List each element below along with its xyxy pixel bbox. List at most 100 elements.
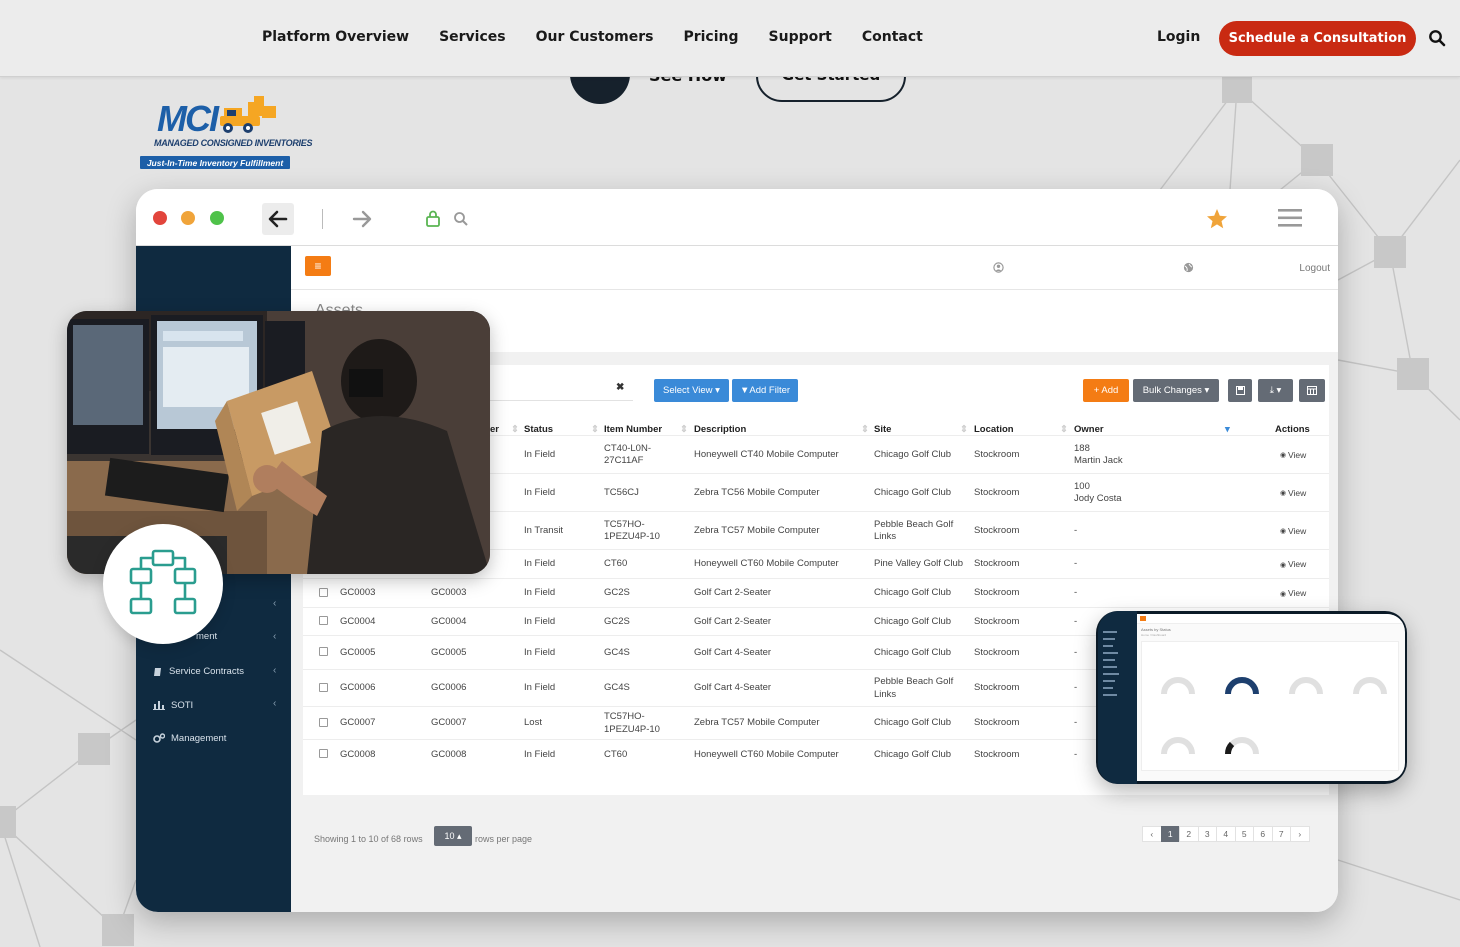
nav-contact[interactable]: Contact [862, 29, 923, 45]
view-link[interactable]: View [1288, 449, 1306, 462]
view-link[interactable]: View [1288, 558, 1306, 571]
cell-location: Stockroom [974, 448, 1020, 460]
tablet-menu-button[interactable] [1140, 616, 1146, 621]
view-link[interactable]: View [1288, 525, 1306, 538]
clear-search-icon[interactable]: ✖ [616, 382, 624, 393]
cell-description: Honeywell CT60 Mobile Computer [694, 748, 839, 760]
rows-per-page-label: rows per page [475, 834, 533, 844]
cell-status: In Field [524, 558, 556, 570]
columns-button[interactable] [1299, 379, 1325, 402]
add-button[interactable]: + Add [1083, 379, 1129, 402]
cell-item-number: GC2S [604, 587, 630, 599]
cell-owner: - [1074, 615, 1078, 627]
cell-owner: - [1074, 748, 1078, 760]
workflow-badge [103, 524, 223, 644]
user-icon[interactable] [993, 262, 1004, 273]
row-checkbox[interactable] [319, 587, 328, 597]
page-link[interactable]: 3 [1197, 826, 1217, 842]
page-link[interactable]: 2 [1179, 826, 1199, 842]
sidebar-label-management: Management [171, 733, 227, 744]
cell-location: Stockroom [974, 748, 1020, 760]
cell-item-number: GC2S [604, 615, 630, 627]
minimize-dot-icon [181, 211, 195, 225]
row-checkbox[interactable] [319, 717, 328, 727]
page-link[interactable]: 1 [1160, 826, 1180, 842]
cell-item-number: GC4S [604, 682, 630, 694]
col-header-item-number[interactable]: Item Number [604, 424, 662, 435]
sort-icon[interactable]: ⇕ [511, 424, 519, 435]
cell-site: Pebble Beach Golf [874, 518, 954, 530]
cell-description: Zebra TC57 Mobile Computer [694, 717, 820, 729]
schedule-consultation-button[interactable]: Schedule a Consultation [1219, 21, 1416, 56]
sidebar-toggle-button[interactable]: ≡ [305, 256, 331, 276]
tablet-topbar [1137, 614, 1405, 624]
nav-pricing[interactable]: Pricing [683, 29, 738, 45]
mci-logo[interactable]: MCI MANAGED CONSIGNED INVENTORIES Just-I… [140, 96, 312, 170]
page-link[interactable]: ‹ [1142, 826, 1162, 842]
page-link[interactable]: 5 [1234, 826, 1254, 842]
nav-platform-overview[interactable]: Platform Overview [262, 29, 409, 45]
view-link[interactable]: View [1288, 487, 1306, 500]
cell-site: Chicago Golf Club [874, 717, 952, 729]
nav-services[interactable]: Services [439, 29, 506, 45]
sort-icon[interactable]: ⇕ [861, 424, 869, 435]
page-link[interactable]: 4 [1216, 826, 1236, 842]
view-link[interactable]: View [1288, 587, 1306, 600]
add-label: + Add [1093, 385, 1119, 396]
cell-asset-number: GC0003 [431, 587, 467, 599]
eye-icon: ◉ [1280, 452, 1287, 459]
sort-icon[interactable]: ⇕ [960, 424, 968, 435]
nav-our-customers[interactable]: Our Customers [536, 29, 654, 45]
cell-location: Stockroom [974, 646, 1020, 658]
star-icon[interactable] [1205, 207, 1229, 231]
sort-icon[interactable]: ⇕ [1060, 424, 1068, 435]
add-filter-button[interactable]: ▼ Add Filter [732, 379, 798, 402]
cell-item-number: CT40-L0N- [604, 442, 651, 454]
page-link[interactable]: 7 [1271, 826, 1291, 842]
cell-asset-number: GC0008 [431, 748, 467, 760]
cell-site: Chicago Golf Club [874, 448, 952, 460]
cell-status: In Field [524, 682, 556, 694]
sort-icon[interactable]: ⇕ [591, 424, 599, 435]
export-button[interactable]: ⤓ ▾ [1258, 379, 1293, 402]
nav-support[interactable]: Support [769, 29, 832, 45]
page-link[interactable]: › [1290, 826, 1310, 842]
select-view-button[interactable]: Select View ▾ [654, 379, 729, 402]
col-header-owner[interactable]: Owner [1074, 424, 1104, 435]
globe-icon[interactable] [1183, 262, 1194, 273]
sidebar-item-management-partial[interactable]: ment [196, 631, 217, 642]
col-header-number[interactable]: er [490, 424, 499, 435]
eye-icon: ◉ [1280, 528, 1287, 535]
col-header-location[interactable]: Location [974, 424, 1014, 435]
rows-per-page-select[interactable]: 10 ▴ [434, 826, 472, 846]
menu-icon[interactable] [1278, 208, 1302, 228]
logo-mark: MCI [157, 98, 219, 139]
cell-owner: - [1074, 646, 1078, 658]
address-search-icon[interactable] [453, 211, 469, 227]
row-checkbox[interactable] [319, 682, 328, 692]
login-link[interactable]: Login [1157, 29, 1200, 45]
bulk-changes-button[interactable]: Bulk Changes ▾ [1133, 379, 1219, 402]
cell-owner: Jody Costa [1074, 493, 1122, 504]
maximize-dot-icon [210, 211, 224, 225]
logout-link[interactable]: Logout [1299, 263, 1330, 274]
row-checkbox[interactable] [319, 749, 328, 758]
arrow-right-icon[interactable] [346, 203, 378, 235]
page-link[interactable]: 6 [1253, 826, 1273, 842]
cell-description: Honeywell CT40 Mobile Computer [694, 448, 839, 460]
sort-icon[interactable]: ⇕ [680, 424, 688, 435]
row-checkbox[interactable] [319, 616, 328, 625]
cell-site: Chicago Golf Club [874, 615, 952, 627]
col-header-site[interactable]: Site [874, 424, 891, 435]
save-button[interactable] [1228, 379, 1252, 402]
row-checkbox[interactable] [319, 647, 328, 656]
back-button[interactable] [262, 203, 294, 235]
col-header-status[interactable]: Status [524, 424, 553, 435]
cell-asset-id: GC0006 [340, 682, 376, 694]
sort-desc-icon[interactable]: ▾ [1225, 424, 1230, 435]
cell-item-number: GC4S [604, 646, 630, 658]
search-icon[interactable] [1428, 29, 1446, 47]
col-header-description[interactable]: Description [694, 424, 746, 435]
table-row[interactable]: GC0003 GC0003 In Field GC2S Golf Cart 2-Seat… [303, 578, 1329, 607]
cell-owner: - [1074, 717, 1078, 729]
